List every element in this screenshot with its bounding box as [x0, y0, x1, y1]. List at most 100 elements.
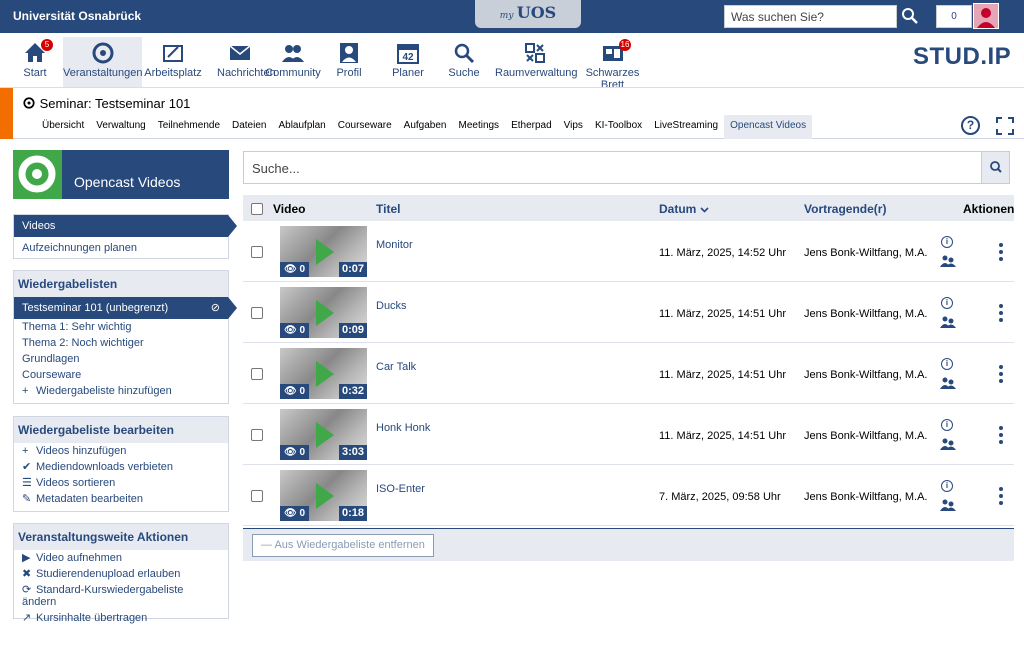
studip-logo[interactable]: STUD.IP — [913, 43, 1011, 71]
more-actions-icon[interactable] — [999, 304, 1003, 322]
playlist-action-2[interactable]: ☰ Videos sortieren — [14, 475, 228, 491]
info-icon[interactable]: i — [941, 358, 953, 370]
row-checkbox[interactable] — [251, 246, 263, 258]
course-action-2[interactable]: ⟳ Standard-Kurswiedergabeliste ändern — [14, 582, 228, 610]
video-thumbnail[interactable]: 👁 0 0:07 — [280, 226, 367, 277]
more-actions-icon[interactable] — [999, 243, 1003, 261]
video-search-input[interactable]: Suche... — [243, 151, 1010, 184]
global-search-input[interactable]: Was suchen Sie? — [724, 5, 897, 28]
sidebar-playlist-item[interactable]: Thema 2: Noch wichtiger — [14, 335, 228, 351]
row-checkbox[interactable] — [251, 490, 263, 502]
fullscreen-icon[interactable] — [996, 117, 1014, 135]
tab-übersicht[interactable]: Übersicht — [36, 115, 90, 139]
sidebar-playlist-item[interactable]: Grundlagen — [14, 351, 228, 367]
sidebar-view-1[interactable]: Aufzeichnungen planen — [14, 237, 228, 256]
video-thumbnail[interactable]: 👁 0 0:32 — [280, 348, 367, 399]
tab-ki-toolbox[interactable]: KI-Toolbox — [589, 115, 648, 139]
column-presenter[interactable]: Vortragende(r) — [804, 202, 886, 216]
nav-item-arbeitsplatz[interactable]: Arbeitsplatz — [142, 37, 204, 87]
tab-teilnehmende[interactable]: Teilnehmende — [152, 115, 226, 139]
more-actions-icon[interactable] — [999, 365, 1003, 383]
sidebar-playlist-item[interactable]: Testseminar 101 (unbegrenzt) ⊘ — [14, 297, 237, 319]
more-actions-icon[interactable] — [999, 426, 1003, 444]
remove-from-playlist-button[interactable]: — Aus Wiedergabeliste entfernen — [252, 534, 434, 557]
column-title[interactable]: Titel — [376, 202, 400, 216]
notification-counter[interactable]: 0 — [936, 5, 972, 28]
playlist-action-0[interactable]: + Videos hinzufügen — [14, 443, 228, 459]
course-action-3[interactable]: ↗ Kursinhalte übertragen — [14, 610, 228, 626]
tab-verwaltung[interactable]: Verwaltung — [90, 115, 151, 139]
tab-livestreaming[interactable]: LiveStreaming — [648, 115, 724, 139]
column-date[interactable]: Datum — [659, 202, 709, 216]
visibility-group-icon[interactable] — [940, 499, 956, 511]
table-row: 👁 0 0:18 ISO-Enter 7. März, 2025, 09:58 Uhr… — [243, 465, 1014, 526]
sidebar-playlist-item[interactable]: Courseware — [14, 367, 228, 383]
video-title-link[interactable]: ISO-Enter — [376, 483, 425, 495]
video-title-link[interactable]: Ducks — [376, 300, 407, 312]
video-thumbnail[interactable]: 👁 0 0:18 — [280, 470, 367, 521]
tab-courseware[interactable]: Courseware — [332, 115, 398, 139]
select-all-checkbox[interactable] — [251, 203, 263, 215]
more-actions-icon[interactable] — [999, 487, 1003, 505]
row-checkbox[interactable] — [251, 307, 263, 319]
playlist-action-3[interactable]: ✎ Metadaten bearbeiten — [14, 491, 228, 507]
video-date: 11. März, 2025, 14:52 Uhr — [659, 247, 786, 259]
video-title-link[interactable]: Monitor — [376, 239, 413, 251]
nav-item-raumverwaltung[interactable]: Raumverwaltung — [495, 37, 578, 87]
video-thumbnail[interactable]: 👁 0 3:03 — [280, 409, 367, 460]
search-icon — [454, 43, 475, 64]
help-icon[interactable]: ? — [961, 116, 980, 135]
visibility-group-icon[interactable] — [940, 438, 956, 450]
course-action-1[interactable]: ✖ Studierendenupload erlauben — [14, 566, 228, 582]
video-title-link[interactable]: Car Talk — [376, 361, 416, 373]
nav-item-profil[interactable]: Profil — [335, 37, 363, 87]
my-uos-logo[interactable]: my UOS — [475, 0, 581, 28]
nav-item-label: Nachrichten — [217, 67, 276, 79]
tab-dateien[interactable]: Dateien — [226, 115, 272, 139]
tab-aufgaben[interactable]: Aufgaben — [398, 115, 453, 139]
tab-opencast-videos[interactable]: Opencast Videos — [724, 115, 813, 139]
video-date: 11. März, 2025, 14:51 Uhr — [659, 430, 786, 442]
tab-vips[interactable]: Vips — [558, 115, 589, 139]
info-icon[interactable]: i — [941, 297, 953, 309]
info-icon[interactable]: i — [941, 480, 953, 492]
video-presenter: Jens Bonk-Wiltfang, M.A. — [804, 491, 928, 503]
room-icon — [525, 43, 545, 63]
row-checkbox[interactable] — [251, 429, 263, 441]
playlist-action-1[interactable]: ✔ Mediendownloads verbieten — [14, 459, 228, 475]
minus-icon: — — [261, 539, 272, 551]
video-search-button[interactable] — [981, 152, 1009, 183]
view-count: 👁 0 — [280, 384, 310, 399]
tab-ablaufplan[interactable]: Ablaufplan — [272, 115, 331, 139]
nav-item-planer[interactable]: 42 Planer — [389, 37, 427, 87]
video-thumbnail[interactable]: 👁 0 0:09 — [280, 287, 367, 338]
search-icon[interactable] — [900, 6, 920, 26]
sidebar-playlist-item[interactable]: Thema 1: Sehr wichtig — [14, 319, 228, 335]
video-duration: 3:03 — [338, 445, 367, 460]
add-playlist-link[interactable]: + Wiedergabeliste hinzufügen — [14, 383, 228, 399]
nav-item-veranstaltungen[interactable]: Veranstaltungen — [63, 37, 143, 87]
avatar[interactable] — [973, 3, 999, 29]
mail-icon — [229, 45, 250, 60]
nav-item-start[interactable]: Start 5 — [20, 37, 53, 87]
sidebar-view-0[interactable]: Videos — [14, 215, 237, 237]
profile-icon — [340, 43, 358, 63]
nav-item-community[interactable]: Community — [262, 37, 324, 87]
info-icon[interactable]: i — [941, 419, 953, 431]
tab-etherpad[interactable]: Etherpad — [505, 115, 558, 139]
nav-item-suche[interactable]: Suche — [448, 37, 480, 87]
visibility-group-icon[interactable] — [940, 255, 956, 267]
university-name[interactable]: Universität Osnabrück — [13, 9, 141, 23]
visibility-group-icon[interactable] — [940, 377, 956, 389]
course-action-0[interactable]: ▶ Video aufnehmen — [14, 550, 228, 566]
check-icon: ✔ — [22, 461, 32, 473]
nav-item-label: Profil — [336, 67, 362, 79]
nav-item-schwarzes-brett[interactable]: Schwarzes Brett 16 — [575, 37, 650, 91]
nav-item-label: Veranstaltungen — [63, 67, 143, 79]
info-icon[interactable]: i — [941, 236, 953, 248]
tab-meetings[interactable]: Meetings — [452, 115, 505, 139]
row-checkbox[interactable] — [251, 368, 263, 380]
nav-item-nachrichten[interactable]: Nachrichten — [217, 37, 276, 87]
video-title-link[interactable]: Honk Honk — [376, 422, 430, 434]
visibility-group-icon[interactable] — [940, 316, 956, 328]
